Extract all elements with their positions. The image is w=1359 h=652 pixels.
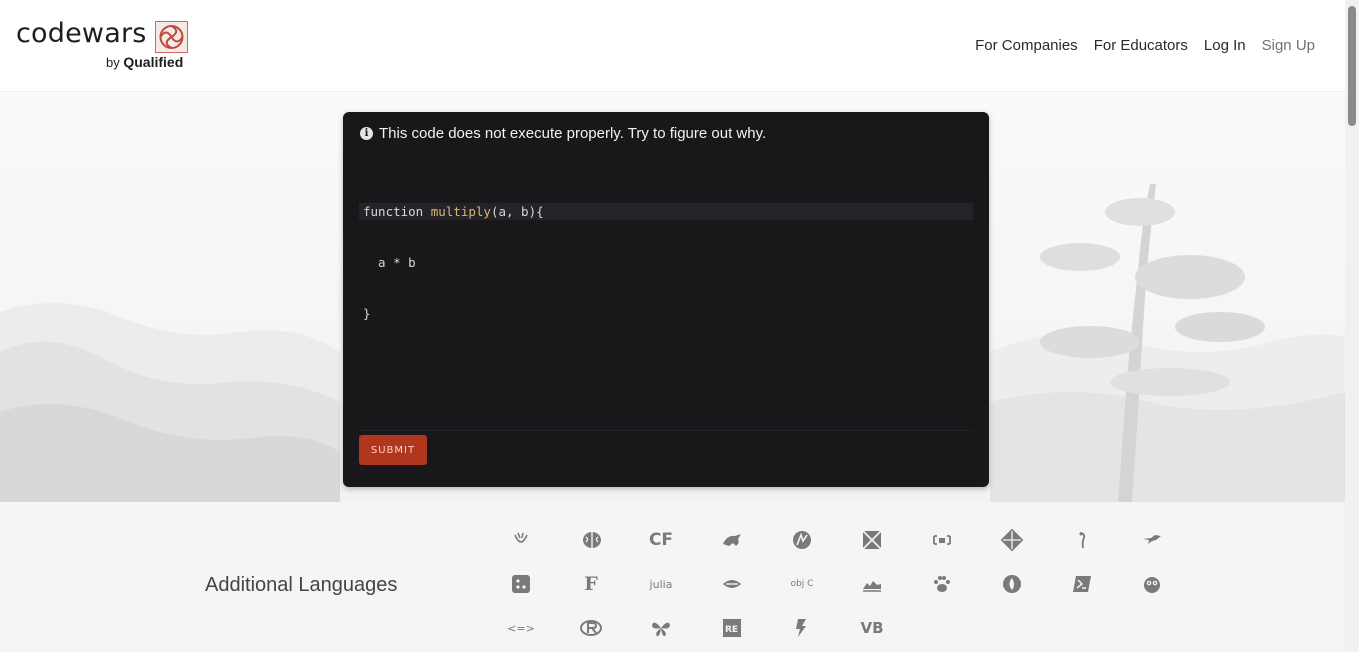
reason-icon-text: RE (725, 625, 739, 635)
coq-icon (859, 527, 885, 553)
commonlisp-icon (789, 527, 815, 553)
riscv-icon (789, 615, 815, 641)
languages-title: Additional Languages (205, 574, 398, 596)
code-challenge-panel: i This code does not execute properly. T… (343, 112, 989, 487)
challenge-notice: i This code does not execute properly. T… (360, 125, 766, 142)
code-line-3: } (363, 306, 371, 321)
cfml-icon: CF (648, 530, 674, 550)
ocaml-icon (859, 571, 885, 597)
submit-button[interactable]: SUBMIT (359, 435, 427, 465)
julia-icon: julia (649, 577, 673, 591)
erlang-icon (1069, 527, 1095, 553)
logo-swirl-icon (155, 21, 188, 53)
d-lang-icon (929, 527, 955, 553)
paw-icon (929, 571, 955, 597)
code-editor[interactable]: function multiply(a, b){ a * b } (359, 169, 973, 429)
objc-icon: obj C (790, 579, 814, 589)
visualbasic-icon: VB (860, 619, 884, 637)
r-lang-icon (578, 615, 604, 641)
codewars-logo[interactable]: codewars by Qualified (16, 18, 206, 74)
prolog-owl-icon (1139, 571, 1165, 597)
bf-brain-icon (579, 527, 605, 553)
reason-icon: RE (719, 615, 745, 641)
page-scrollbar[interactable] (1345, 0, 1359, 652)
agda-icon (508, 527, 534, 553)
powershell-icon (1069, 571, 1095, 597)
logo-subtitle: by Qualified (106, 54, 183, 70)
logo-wordmark: codewars (16, 18, 147, 49)
purescript-icon: <=> (507, 621, 535, 635)
nav-for-educators[interactable]: For Educators (1094, 37, 1188, 54)
raku-butterfly-icon (648, 615, 674, 641)
code-function-name: multiply (430, 204, 491, 219)
logo-sub-brand: Qualified (123, 54, 184, 70)
code-line-1: function multiply(a, b){ (359, 203, 973, 220)
scrollbar-thumb[interactable] (1348, 6, 1356, 126)
code-line-2: a * b (363, 255, 416, 270)
site-header: codewars by Qualified For Companies For … (0, 0, 1345, 92)
cobol-icon (719, 527, 745, 553)
elm-icon (999, 527, 1025, 553)
logo-sub-prefix: by (106, 55, 120, 70)
editor-divider (359, 430, 973, 431)
info-icon: i (360, 127, 373, 140)
nav-for-companies[interactable]: For Companies (975, 37, 1078, 54)
forth-icon (508, 571, 534, 597)
nav-sign-up[interactable]: Sign Up (1262, 37, 1315, 54)
additional-languages-section: Additional Languages CF F julia obj C <=… (0, 502, 1345, 652)
fortran-icon: F (584, 573, 598, 595)
code-params: (a, b){ (490, 204, 544, 219)
factor-icon (1139, 527, 1165, 553)
top-nav: For Companies For Educators Log In Sign … (975, 37, 1315, 54)
notice-text: This code does not execute properly. Try… (379, 125, 767, 142)
nav-log-in[interactable]: Log In (1204, 37, 1246, 54)
lambdacalc-icon (719, 571, 745, 597)
code-keyword: function (363, 204, 431, 219)
pascal-icon (999, 571, 1025, 597)
